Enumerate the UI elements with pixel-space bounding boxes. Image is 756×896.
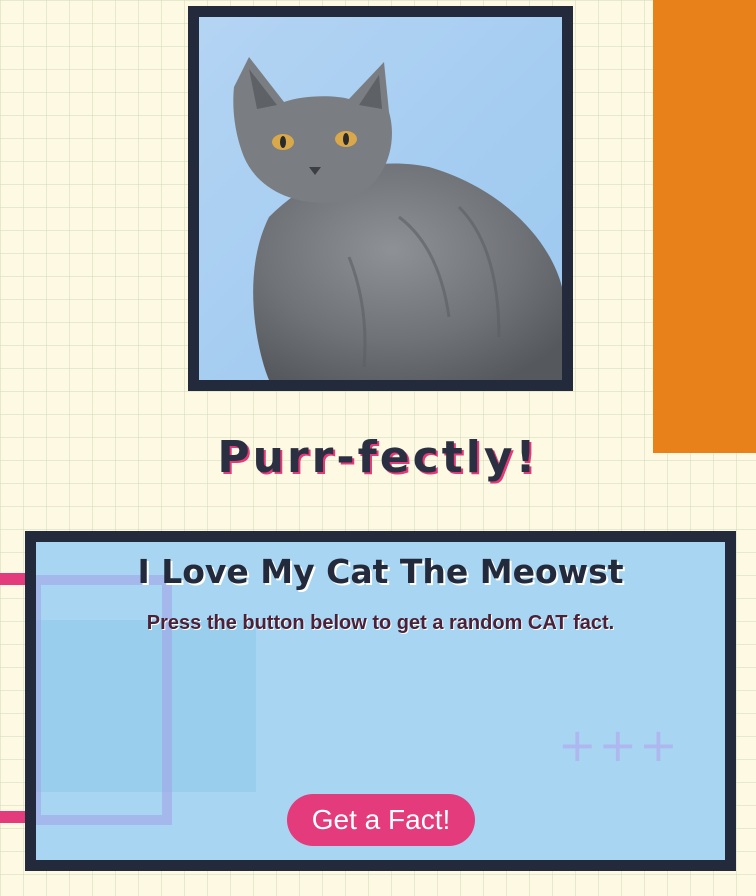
cat-photo [199,17,562,380]
cat-illustration [233,57,562,380]
tagline-heading: Purr-fectly! [217,432,539,483]
card-title: I Love My Cat The Meowst [137,552,624,591]
pink-decor-line-bottom [0,811,25,823]
fact-card: I Love My Cat The Meowst Press the butto… [25,531,736,871]
orange-decor-bar [653,0,756,453]
fact-card-body: I Love My Cat The Meowst Press the butto… [36,542,725,860]
cat-photo-frame [188,6,573,391]
card-instructions: Press the button below to get a random C… [146,612,615,634]
plus-signs-decor: +++ [558,718,680,772]
pink-decor-line-top [0,573,25,585]
get-fact-button[interactable]: Get a Fact! [287,794,475,846]
